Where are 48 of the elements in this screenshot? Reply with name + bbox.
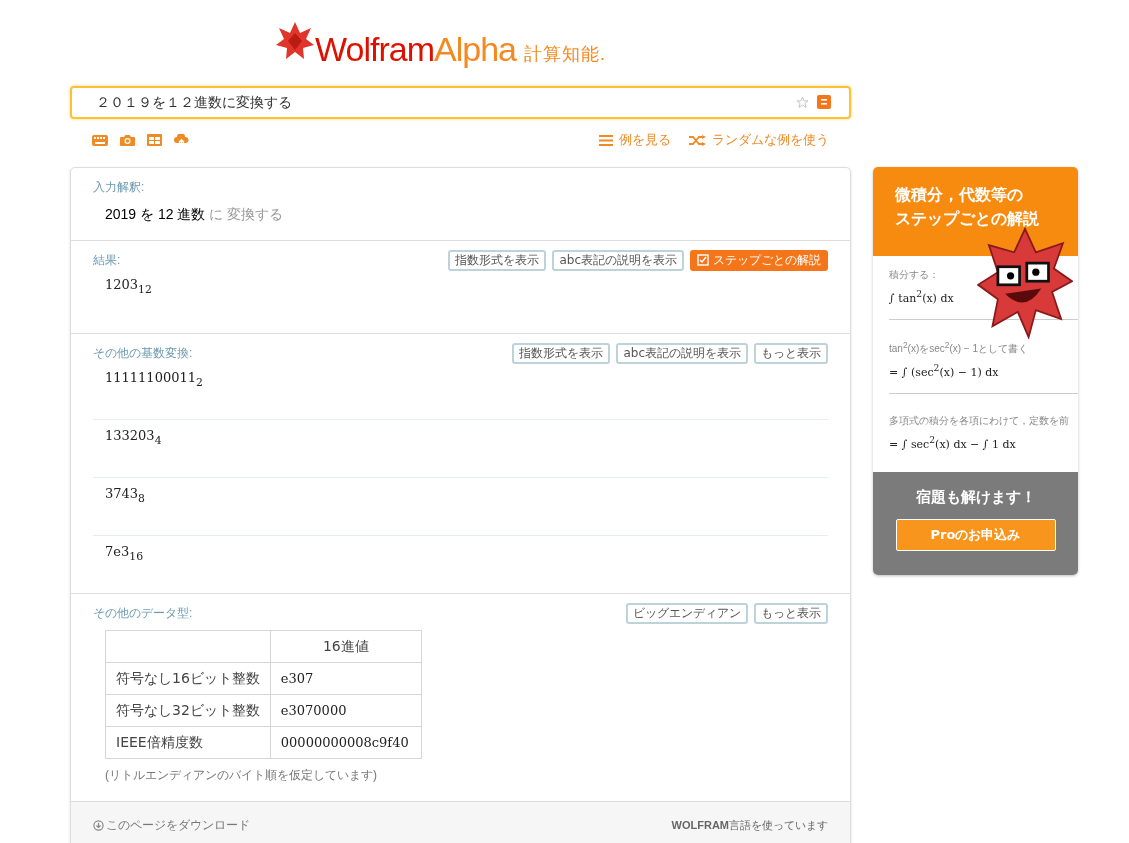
result-value: 3743$_{8}$ — [105, 486, 145, 501]
starburst-logo-icon — [275, 21, 316, 61]
footnote: (リトルエンディアンのバイト順を仮定しています) — [105, 767, 378, 784]
pod-title: その他のデータ型: — [93, 604, 193, 622]
table-cell: 符号なし32ビット整数 — [105, 694, 271, 727]
pod-button[interactable]: 指数形式を表示 — [512, 342, 611, 364]
menu-icon[interactable] — [817, 95, 831, 109]
pod-title: 入力解釈: — [93, 178, 145, 196]
pod-button[interactable]: abc表記の説明を表示 — [552, 249, 684, 271]
pod-title: その他の基数変換: — [93, 344, 193, 362]
download-icon — [93, 820, 104, 831]
powered-by-text: WOLFRAM言語を使っています — [671, 818, 828, 833]
table-cell: e307 — [270, 662, 422, 695]
shuffle-icon — [689, 134, 706, 146]
pod-button[interactable]: もっと表示 — [754, 602, 828, 624]
pod-button[interactable]: もっと表示 — [754, 342, 828, 364]
logo-wordmark: WolframAlpha — [275, 21, 516, 66]
step-formula: = ∫ (sec$^{2}$(x) − 1) dx — [889, 362, 1000, 379]
table-header: 16進値 — [270, 630, 422, 663]
interpretation-text: 2019 を 12 進数 に 変換する — [104, 205, 285, 224]
step-label: 積分する： — [889, 268, 940, 282]
table-cell: e3070000 — [270, 694, 422, 727]
step-label: tan$^{2}$(x)をsec$^{2}$(x) − 1として書く — [889, 339, 1030, 356]
logo-tagline: 計算知能. — [523, 43, 606, 66]
result-value: 7e3$_{16}$ — [105, 544, 144, 559]
table-cell: 00000000008c9f40 — [270, 726, 422, 759]
download-link[interactable]: このページをダウンロード — [93, 817, 250, 834]
pod-title: 結果: — [93, 251, 121, 269]
search-field[interactable]: ２０１９を１２進数に変換する — [70, 86, 851, 119]
promo-tagline: 宿題も解けます！ — [915, 488, 1036, 508]
result-value: 133203$_{4}$ — [105, 428, 162, 443]
keyboard-icon[interactable] — [92, 134, 108, 146]
list-icon — [599, 134, 613, 146]
camera-icon[interactable] — [120, 134, 135, 146]
result-value: 1203$_{12}$ — [105, 277, 152, 292]
table-cell: 符号なし16ビット整数 — [105, 662, 271, 695]
step-label: 多項式の積分を各項にわけて，定数を前 — [889, 413, 1070, 428]
table-cell: IEEE倍精度数 — [105, 726, 271, 759]
pod-button[interactable]: 指数形式を表示 — [448, 249, 547, 271]
star-icon[interactable] — [796, 95, 809, 109]
checkbox-icon — [697, 254, 709, 266]
step-formula: = ∫ sec$^{2}$(x) dx − ∫ 1 dx — [889, 433, 1017, 451]
step-formula: ∫ tan$^{2}$(x) dx — [889, 288, 955, 305]
pod-button[interactable]: ビッグエンディアン — [626, 602, 748, 624]
promo-heading: 微積分，代数等の ステップごとの解説 — [873, 167, 1078, 256]
table-icon[interactable] — [147, 134, 162, 146]
pod-button[interactable]: abc表記の説明を表示 — [616, 342, 748, 364]
result-value: 11111100011$_{2}$ — [105, 370, 203, 385]
